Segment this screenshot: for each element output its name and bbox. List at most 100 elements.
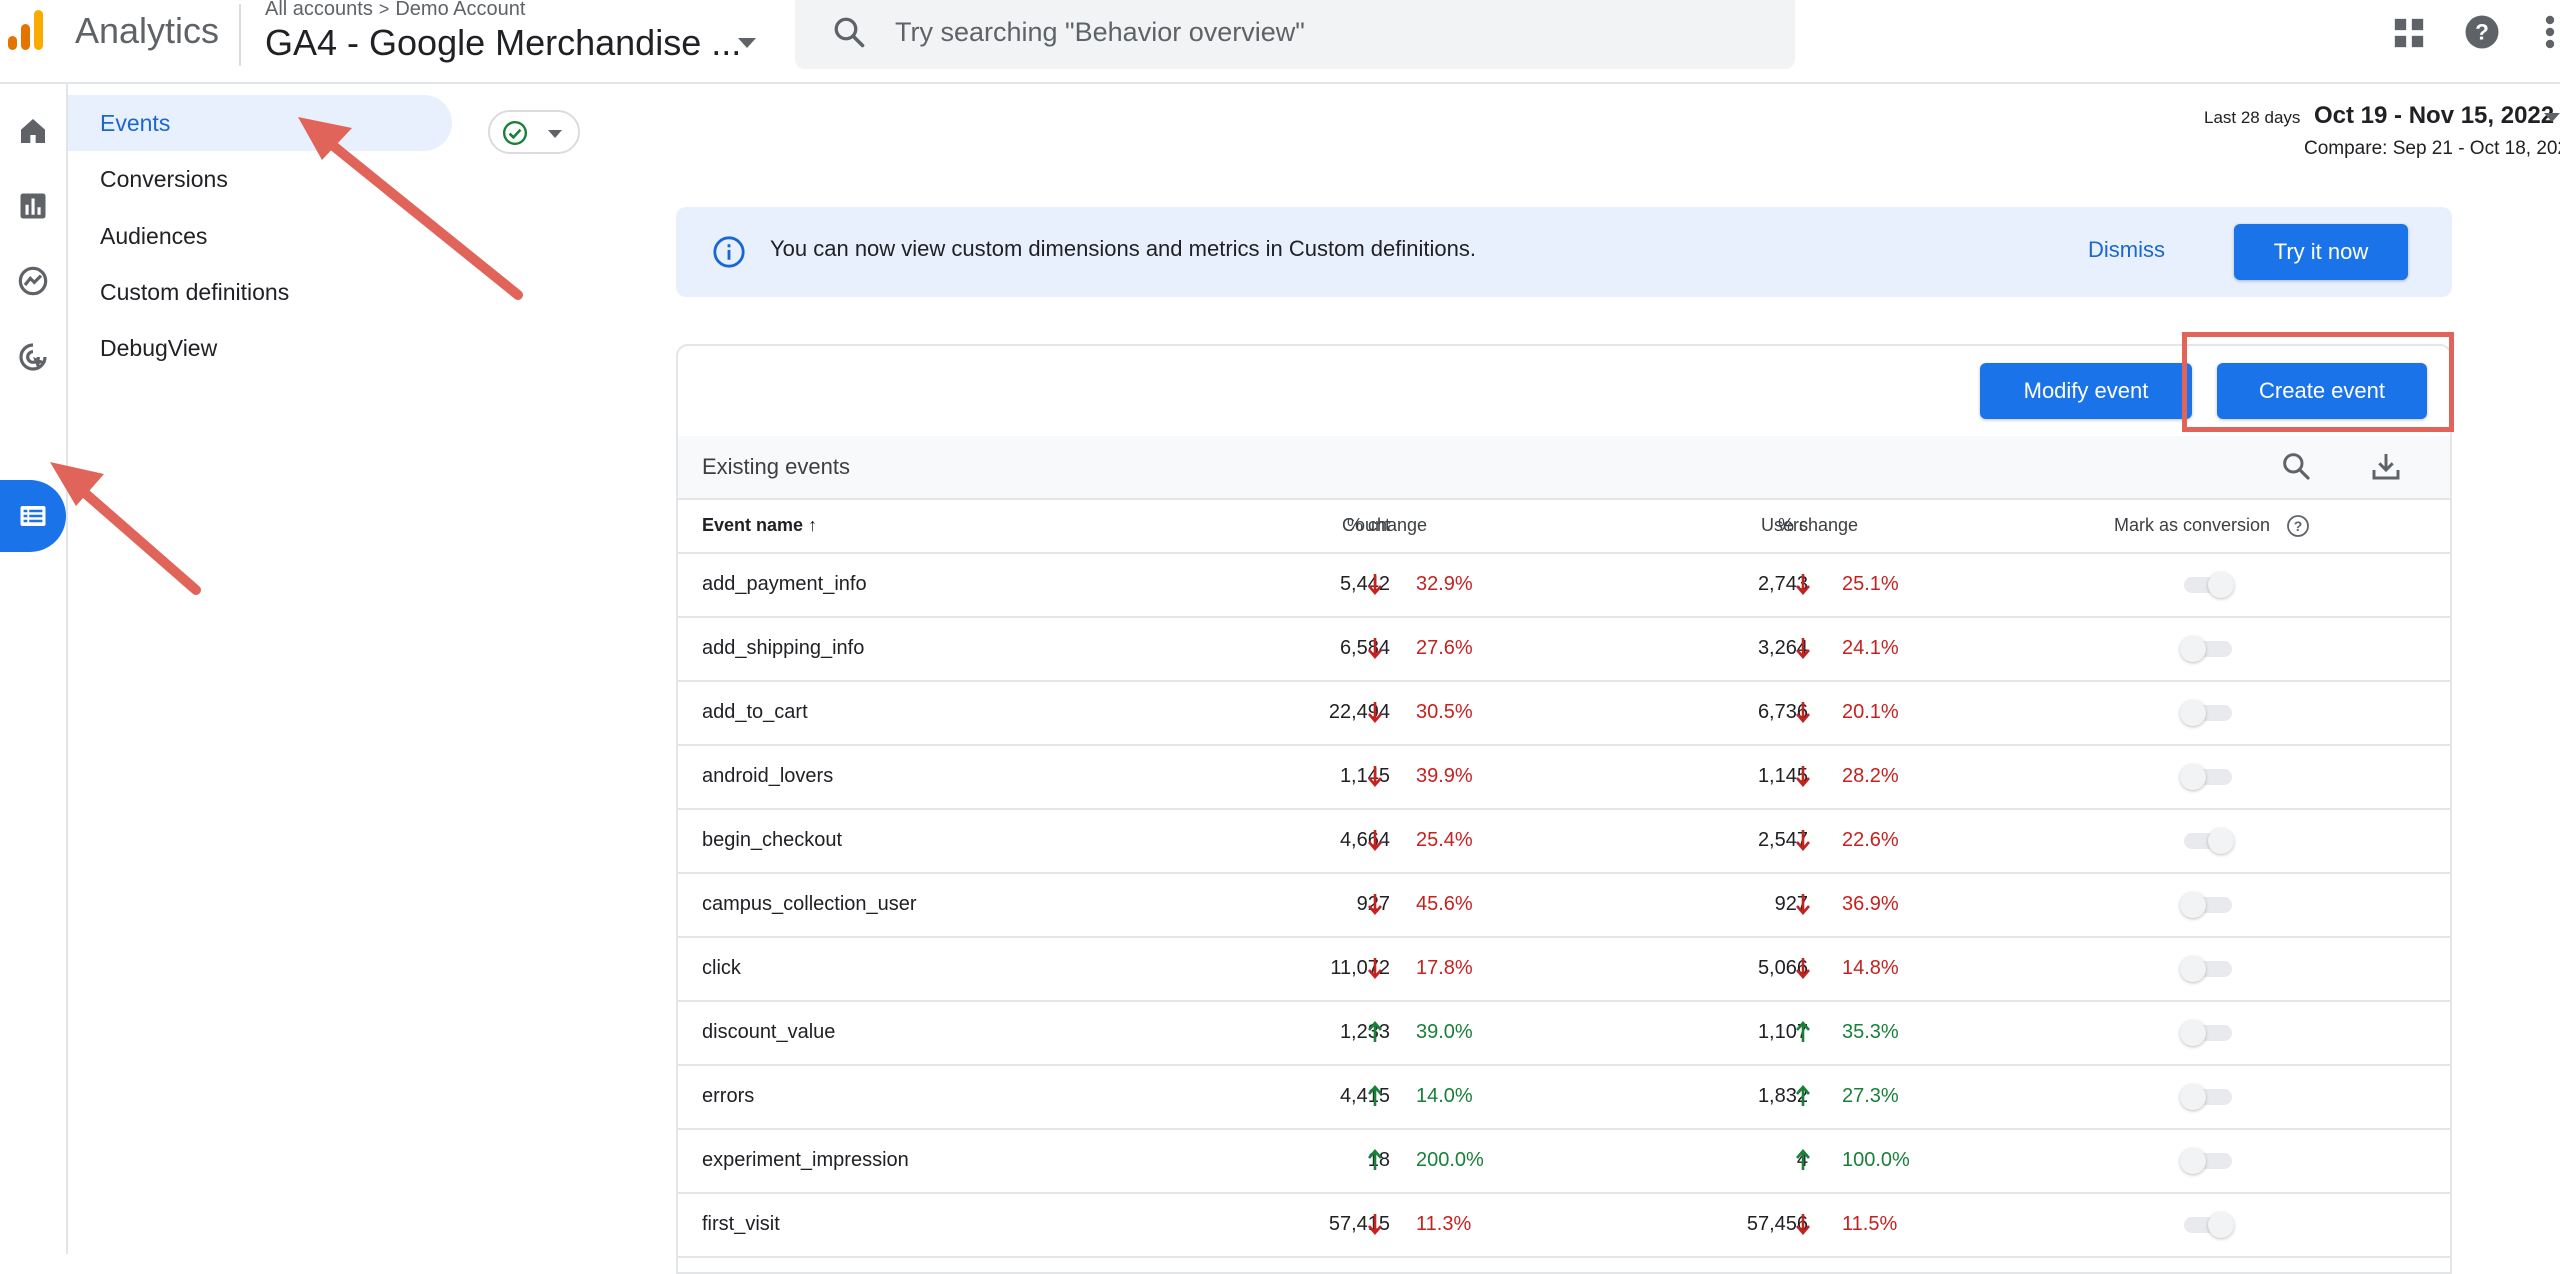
- count-change-cell: 39.0%: [1416, 1021, 1473, 1043]
- table-row[interactable]: discount_value 1,233 39.0% 1,107 35.3%: [678, 1000, 2450, 1066]
- event-name-cell[interactable]: add_payment_info: [702, 573, 867, 596]
- users-change-cell: 20.1%: [1842, 701, 1899, 723]
- event-name-cell[interactable]: begin_checkout: [702, 829, 842, 852]
- mark-conversion-toggle[interactable]: [2180, 700, 2234, 726]
- event-name-cell[interactable]: add_to_cart: [702, 701, 808, 724]
- search-input[interactable]: Try searching "Behavior overview": [895, 17, 1305, 48]
- mark-conversion-toggle[interactable]: [2180, 1020, 2234, 1046]
- event-name-cell[interactable]: click: [702, 957, 741, 980]
- arrow-down-icon: [1796, 1214, 1810, 1235]
- toggle-knob: [2180, 1084, 2206, 1110]
- subnav-item-debugview[interactable]: DebugView: [68, 320, 452, 376]
- mark-conversion-toggle[interactable]: [2180, 892, 2234, 918]
- mark-conversion-toggle[interactable]: [2180, 1148, 2234, 1174]
- status-chip[interactable]: [488, 110, 580, 154]
- event-name-cell[interactable]: campus_collection_user: [702, 893, 917, 916]
- subnav-item-conversions[interactable]: Conversions: [68, 151, 452, 207]
- table-row[interactable]: click 11,072 17.8% 5,066 14.8%: [678, 936, 2450, 1002]
- table-row[interactable]: errors 4,415 14.0% 1,832 27.3%: [678, 1064, 2450, 1130]
- arrow-down-icon: [1368, 702, 1382, 723]
- users-cell: 5,066: [1757, 957, 1808, 979]
- users-change-cell: 11.5%: [1842, 1213, 1898, 1235]
- count-change-cell: 25.4%: [1416, 829, 1473, 851]
- breadcrumb-all-accounts[interactable]: All accounts: [265, 0, 373, 20]
- users-cell: 1,145: [1757, 765, 1808, 787]
- arrow-down-icon: [1368, 766, 1382, 787]
- table-row[interactable]: add_payment_info 5,442 32.9% 2,743 25.1%: [678, 552, 2450, 618]
- mark-conversion-toggle[interactable]: [2180, 1084, 2234, 1110]
- mark-conversion-toggle[interactable]: [2180, 956, 2234, 982]
- apps-grid-icon[interactable]: [2392, 16, 2426, 50]
- event-name-cell[interactable]: android_lovers: [702, 765, 833, 788]
- breadcrumb-account[interactable]: Demo Account: [395, 0, 525, 20]
- table-row[interactable]: experiment_impression18200.0%4100.0%: [678, 1128, 2450, 1194]
- advertising-icon: [19, 343, 47, 371]
- chevron-right-icon: >: [378, 0, 390, 19]
- event-name-cell[interactable]: first_visit: [702, 1213, 780, 1236]
- more-vert-icon[interactable]: [2544, 14, 2556, 50]
- arrow-up-icon: [1796, 1021, 1810, 1042]
- arrow-up-icon[interactable]: ↑: [808, 515, 817, 535]
- users-change-cell: 35.3%: [1842, 1021, 1899, 1043]
- mark-conversion-toggle[interactable]: [2180, 636, 2234, 662]
- arrow-down-icon: [1368, 894, 1382, 915]
- mark-conversion-toggle[interactable]: [2180, 828, 2234, 854]
- rail-explore[interactable]: [0, 252, 66, 310]
- mark-conversion-toggle[interactable]: [2180, 764, 2234, 790]
- arrow-down-icon: [1796, 702, 1810, 723]
- rail-home[interactable]: [0, 102, 66, 160]
- table-row[interactable]: add_shipping_info 6,584 27.6% 3,264 24.1%: [678, 616, 2450, 682]
- col-count-change[interactable]: % change: [1347, 515, 1427, 536]
- rail-advertising[interactable]: [0, 328, 66, 386]
- toggle-knob: [2180, 700, 2206, 726]
- col-users-change[interactable]: % change: [1778, 515, 1858, 536]
- check-circle-icon: [502, 120, 528, 146]
- help-outline-icon[interactable]: ?: [2286, 514, 2310, 538]
- table-row[interactable]: begin_checkout 4,664 25.4% 2,547 22.6%: [678, 808, 2450, 874]
- download-icon[interactable]: [2370, 450, 2402, 482]
- info-icon: [713, 236, 745, 268]
- subnav-item-custom-definitions[interactable]: Custom definitions: [68, 264, 452, 320]
- users-change-cell: 25.1%: [1842, 573, 1899, 595]
- rail-reports[interactable]: [0, 177, 66, 235]
- event-name-cell[interactable]: experiment_impression: [702, 1149, 909, 1172]
- breadcrumb[interactable]: All accounts > Demo Account: [265, 0, 525, 21]
- toggle-knob: [2180, 636, 2206, 662]
- banner-message: You can now view custom dimensions and m…: [770, 236, 1476, 261]
- subnav-item-audiences[interactable]: Audiences: [68, 208, 452, 264]
- table-row[interactable]: first_visit 57,415 11.3% 57,456 11.5%: [678, 1192, 2450, 1258]
- analytics-logo-icon[interactable]: [6, 8, 46, 52]
- event-name-cell[interactable]: add_shipping_info: [702, 637, 864, 660]
- event-name-cell[interactable]: errors: [702, 1085, 754, 1108]
- search-bar[interactable]: Try searching "Behavior overview": [795, 0, 1795, 69]
- table-row[interactable]: add_to_cart 22,494 30.5% 6,736 20.1%: [678, 680, 2450, 746]
- col-event-name-label[interactable]: Event name: [702, 515, 803, 535]
- search-icon[interactable]: [2280, 450, 2312, 482]
- dismiss-button[interactable]: Dismiss: [2088, 237, 2165, 263]
- col-event-name[interactable]: Event name ↑: [702, 515, 817, 536]
- event-name-cell[interactable]: discount_value: [702, 1021, 835, 1044]
- search-icon: [834, 17, 865, 48]
- table-row[interactable]: android_lovers 1,145 39.9% 1,145 28.2%: [678, 744, 2450, 810]
- modify-event-button[interactable]: Modify event: [1980, 363, 2192, 419]
- annotation-arrow-configure: [50, 462, 201, 595]
- help-icon[interactable]: ?: [2464, 14, 2500, 50]
- table-list-icon: [20, 506, 46, 526]
- rail-configure[interactable]: [0, 480, 66, 552]
- try-it-now-button[interactable]: Try it now: [2234, 224, 2408, 280]
- arrow-down-icon: [1368, 958, 1382, 979]
- toggle-knob: [2208, 572, 2234, 598]
- caret-down-icon[interactable]: [2544, 113, 2560, 122]
- property-selector[interactable]: GA4 - Google Merchandise ...: [265, 22, 741, 64]
- date-range-selector[interactable]: Oct 19 - Nov 15, 2022: [2314, 102, 2554, 130]
- table-row[interactable]: campus_collection_user 927 45.6% 927 36.9%: [678, 872, 2450, 938]
- toggle-knob: [2180, 956, 2206, 982]
- users-change-cell: 24.1%: [1842, 637, 1899, 659]
- date-preset-label[interactable]: Last 28 days: [2204, 108, 2300, 128]
- count-change-cell: 11.3%: [1416, 1213, 1472, 1235]
- mark-conversion-toggle[interactable]: [2180, 572, 2234, 598]
- caret-down-icon[interactable]: [738, 38, 756, 48]
- subnav-item-events[interactable]: Events: [68, 95, 452, 151]
- left-nav-rail: [0, 84, 68, 1254]
- mark-conversion-toggle[interactable]: [2180, 1212, 2234, 1238]
